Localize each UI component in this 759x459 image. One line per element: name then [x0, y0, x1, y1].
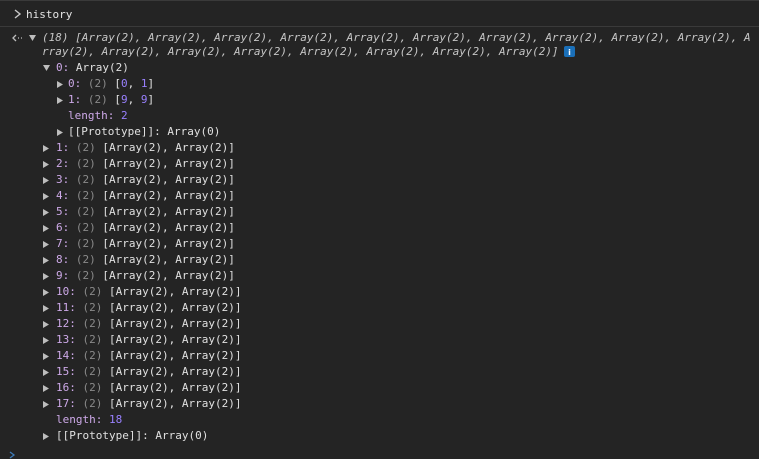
expand-triangle-right-icon[interactable] [42, 316, 51, 332]
item-label: Array(2) [75, 61, 129, 74]
item-key: 2 [56, 157, 63, 170]
item-value: [Array(2), Array(2)] [102, 221, 235, 234]
expand-triangle-right-icon[interactable] [42, 156, 51, 172]
item-key: 8 [56, 253, 63, 266]
expand-triangle-down-icon[interactable] [42, 60, 51, 76]
item-value: [Array(2), Array(2)] [109, 301, 242, 314]
item-key: 1 [56, 141, 63, 154]
console-prompt-caret-icon [9, 451, 16, 459]
item-key: 13 [56, 333, 70, 346]
expand-triangle-right-icon[interactable] [42, 348, 51, 364]
item-count: (2) [75, 269, 96, 282]
return-arrow-icon [12, 34, 22, 42]
item-value: [Array(2), Array(2)] [109, 317, 242, 330]
item-key: 0 [56, 61, 63, 74]
root-length-row: length: 18 [56, 413, 123, 426]
item-key: 17 [56, 397, 70, 410]
item-value: [Array(2), Array(2)] [109, 333, 242, 346]
item-count: (2) [82, 333, 103, 346]
item-count: (2) [75, 157, 96, 170]
expand-triangle-right-icon[interactable] [42, 172, 51, 188]
item-key: 3 [56, 173, 63, 186]
expand-triangle-right-icon[interactable] [56, 124, 65, 140]
item-count: (2) [82, 317, 103, 330]
console-input-line: history [0, 4, 759, 27]
top-divider [0, 0, 759, 1]
expand-triangle-right-icon[interactable] [42, 380, 51, 396]
chevron-right-icon [14, 9, 22, 19]
expand-triangle-right-icon[interactable] [56, 92, 65, 108]
expand-triangle-right-icon[interactable] [42, 364, 51, 380]
item-value: [Array(2), Array(2)] [109, 365, 242, 378]
item-key: 16 [56, 381, 70, 394]
item-count: (2) [82, 285, 103, 298]
item-value: [Array(2), Array(2)] [109, 381, 242, 394]
expand-triangle-right-icon[interactable] [56, 76, 65, 92]
item-count: (2) [82, 397, 103, 410]
expand-triangle-down-icon[interactable] [28, 30, 37, 46]
item-count: (2) [75, 237, 96, 250]
item-value: [Array(2), Array(2)] [102, 141, 235, 154]
item-count: (2) [75, 189, 96, 202]
item-key: 6 [56, 221, 63, 234]
item-value: [Array(2), Array(2)] [109, 397, 242, 410]
item-key: 15 [56, 365, 70, 378]
expand-triangle-right-icon[interactable] [42, 300, 51, 316]
expand-triangle-right-icon[interactable] [42, 220, 51, 236]
expand-triangle-right-icon[interactable] [42, 268, 51, 284]
array-summary-line-2: rray(2), Array(2), Array(2), Array(2), A… [42, 45, 559, 58]
item-value: [Array(2), Array(2)] [102, 253, 235, 266]
item-key: 11 [56, 301, 70, 314]
item-count: (2) [82, 301, 103, 314]
expand-triangle-right-icon[interactable] [42, 188, 51, 204]
array-summary-continued: rray(2), Array(2), Array(2), Array(2), A… [42, 44, 575, 60]
info-badge-icon[interactable]: i [563, 45, 575, 57]
item-key: 4 [56, 189, 63, 202]
length-row: length: 2 [68, 109, 128, 122]
item-count: (2) [75, 221, 96, 234]
svg-text:i: i [568, 48, 571, 57]
item-key: 12 [56, 317, 70, 330]
expand-triangle-right-icon[interactable] [42, 204, 51, 220]
item-key: 5 [56, 205, 63, 218]
item-count: (2) [75, 141, 96, 154]
item-count: (2) [75, 253, 96, 266]
item-value: [Array(2), Array(2)] [102, 237, 235, 250]
expand-triangle-right-icon[interactable] [42, 140, 51, 156]
item-count: (2) [75, 205, 96, 218]
item-key: 9 [56, 269, 63, 282]
expand-triangle-right-icon[interactable] [42, 284, 51, 300]
expand-triangle-right-icon[interactable] [42, 428, 51, 444]
item-value: [Array(2), Array(2)] [109, 349, 242, 362]
item-value: [Array(2), Array(2)] [102, 157, 235, 170]
expand-triangle-right-icon[interactable] [42, 236, 51, 252]
item-count: (2) [82, 381, 103, 394]
item-count: (2) [75, 173, 96, 186]
item-key: 14 [56, 349, 70, 362]
item-key: 7 [56, 237, 63, 250]
item-value: [Array(2), Array(2)] [109, 285, 242, 298]
item-value: [Array(2), Array(2)] [102, 173, 235, 186]
expand-triangle-right-icon[interactable] [42, 252, 51, 268]
item-value: [Array(2), Array(2)] [102, 189, 235, 202]
item-count: (2) [82, 365, 103, 378]
expand-triangle-right-icon[interactable] [42, 332, 51, 348]
item-value: [Array(2), Array(2)] [102, 205, 235, 218]
item-count: (2) [82, 349, 103, 362]
console-input-text: history [26, 8, 73, 21]
item-key: 10 [56, 285, 70, 298]
expand-triangle-right-icon[interactable] [42, 396, 51, 412]
item-value: [Array(2), Array(2)] [102, 269, 235, 282]
